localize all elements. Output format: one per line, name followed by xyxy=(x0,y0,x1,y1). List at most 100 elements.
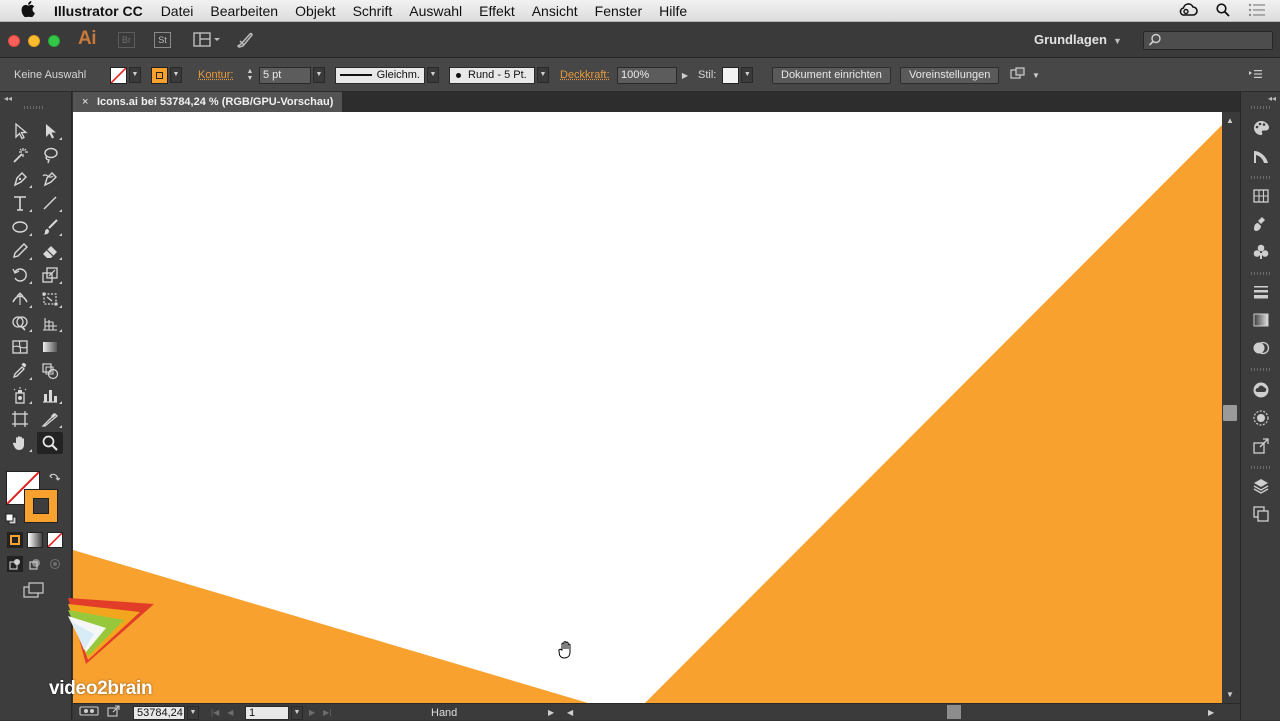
default-fill-stroke-icon[interactable] xyxy=(5,512,17,530)
stroke-label[interactable]: Kontur: xyxy=(198,69,233,81)
document-setup-button[interactable]: Dokument einrichten xyxy=(772,66,891,84)
artboard-number-field[interactable]: 1 xyxy=(245,705,289,720)
menu-effekt[interactable]: Effekt xyxy=(479,3,515,19)
zoom-window-button[interactable] xyxy=(48,35,60,47)
menu-fenster[interactable]: Fenster xyxy=(595,3,642,19)
notification-center-icon[interactable] xyxy=(1248,3,1266,20)
fill-dropdown[interactable]: ▼ xyxy=(129,67,141,83)
document-tab[interactable]: × Icons.ai bei 53784,24 % (RGB/GPU-Vorsc… xyxy=(73,92,343,112)
brush-definition[interactable]: Rund - 5 Pt. xyxy=(449,66,535,84)
menu-bearbeiten[interactable]: Bearbeiten xyxy=(210,3,278,19)
menu-objekt[interactable]: Objekt xyxy=(295,3,335,19)
paintbrush-tool-icon[interactable] xyxy=(37,216,63,238)
zoom-level-field[interactable]: 53784,24 xyxy=(133,705,185,720)
stock-icon[interactable]: St xyxy=(154,32,171,48)
width-tool-icon[interactable] xyxy=(7,288,33,310)
stroke-panel-icon[interactable] xyxy=(1251,282,1271,302)
expand-panels-icon[interactable]: ◂◂ xyxy=(1268,94,1276,103)
ellipse-tool-icon[interactable] xyxy=(7,216,33,238)
gpu-preview-icon[interactable] xyxy=(79,705,99,720)
brushes-panel-icon[interactable] xyxy=(1251,214,1271,234)
spotlight-search-icon[interactable] xyxy=(1216,2,1230,20)
bridge-icon[interactable]: Br xyxy=(118,32,135,48)
minimize-window-button[interactable] xyxy=(28,35,40,47)
draw-inside-button[interactable] xyxy=(47,556,63,572)
artboards-panel-icon[interactable] xyxy=(1251,504,1271,524)
tools-panel-grip[interactable] xyxy=(24,106,44,109)
control-panel-menu-icon[interactable] xyxy=(1248,69,1262,82)
pen-tool-icon[interactable] xyxy=(7,168,33,190)
status-menu-arrow-icon[interactable]: ▶ xyxy=(548,704,554,721)
selection-tool-icon[interactable] xyxy=(7,120,33,142)
fill-swatch[interactable] xyxy=(110,66,127,84)
close-window-button[interactable] xyxy=(8,35,20,47)
gradient-mode-button[interactable] xyxy=(27,532,43,548)
blend-tool-icon[interactable] xyxy=(37,360,63,382)
draw-behind-button[interactable] xyxy=(27,556,43,572)
transparency-panel-icon[interactable] xyxy=(1251,338,1271,358)
artboard-canvas[interactable] xyxy=(73,112,1222,703)
layers-panel-icon[interactable] xyxy=(1251,476,1271,496)
free-transform-tool-icon[interactable] xyxy=(37,288,63,310)
last-artboard-icon[interactable]: ▶| xyxy=(323,708,331,717)
next-artboard-icon[interactable]: ▶ xyxy=(309,708,315,717)
stroke-weight-dropdown[interactable]: ▼ xyxy=(313,67,325,83)
type-tool-icon[interactable] xyxy=(7,192,33,214)
opacity-field[interactable]: 100% xyxy=(617,66,677,84)
graphic-style-dropdown[interactable]: ▼ xyxy=(741,67,754,83)
first-artboard-icon[interactable]: |◀ xyxy=(211,708,219,717)
menu-schrift[interactable]: Schrift xyxy=(353,3,393,19)
asset-export-panel-icon[interactable] xyxy=(1251,436,1271,456)
stroke-weight-stepper[interactable]: ▲ ▼ xyxy=(243,67,257,84)
arrange-documents-icon[interactable] xyxy=(193,31,223,54)
export-icon[interactable] xyxy=(107,705,121,720)
arrange-dropdown-icon[interactable]: ▼ xyxy=(1032,71,1040,80)
color-guide-panel-icon[interactable] xyxy=(1251,146,1271,166)
stroke-color-box[interactable] xyxy=(24,489,58,523)
eraser-tool-icon[interactable] xyxy=(37,240,63,262)
magic-wand-tool-icon[interactable] xyxy=(7,144,33,166)
zoom-tool-icon[interactable] xyxy=(37,432,63,454)
perspective-grid-tool-icon[interactable] xyxy=(37,312,63,334)
swatches-panel-icon[interactable] xyxy=(1251,186,1271,206)
profile-dropdown[interactable]: ▼ xyxy=(427,67,439,83)
appearance-panel-icon[interactable] xyxy=(1251,408,1271,428)
lasso-tool-icon[interactable] xyxy=(37,144,63,166)
vertical-scroll-thumb[interactable] xyxy=(1223,405,1237,421)
zoom-level-dropdown[interactable]: ▼ xyxy=(187,705,199,720)
scale-tool-icon[interactable] xyxy=(37,264,63,286)
cc-libraries-panel-icon[interactable] xyxy=(1251,380,1271,400)
workspace-switcher[interactable]: Grundlagen ▼ xyxy=(1034,32,1122,47)
apple-menu-icon[interactable] xyxy=(18,0,38,21)
symbol-sprayer-tool-icon[interactable] xyxy=(7,384,33,406)
none-mode-button[interactable] xyxy=(47,532,63,548)
rotate-tool-icon[interactable] xyxy=(7,264,33,286)
gpu-performance-icon[interactable] xyxy=(235,30,255,55)
menu-auswahl[interactable]: Auswahl xyxy=(409,3,462,19)
symbols-panel-icon[interactable] xyxy=(1251,242,1271,262)
eyedropper-tool-icon[interactable] xyxy=(7,360,33,382)
collapse-tools-icon[interactable]: ◂◂ xyxy=(4,94,12,103)
opacity-slider-arrow-icon[interactable]: ▶ xyxy=(679,71,691,80)
stroke-weight-field[interactable]: 5 pt xyxy=(259,66,311,84)
arrange-icon[interactable] xyxy=(1010,66,1026,84)
slice-tool-icon[interactable] xyxy=(37,408,63,430)
mesh-tool-icon[interactable] xyxy=(7,336,33,358)
gradient-tool-icon[interactable] xyxy=(37,336,63,358)
variable-width-profile[interactable]: Gleichm. xyxy=(335,66,425,84)
gradient-panel-icon[interactable] xyxy=(1251,310,1271,330)
close-document-icon[interactable]: × xyxy=(82,92,88,112)
preferences-button[interactable]: Voreinstellungen xyxy=(900,66,1000,84)
scroll-up-arrow-icon[interactable]: ▲ xyxy=(1226,116,1234,125)
scroll-left-arrow-icon[interactable]: ◀ xyxy=(567,704,573,721)
menu-hilfe[interactable]: Hilfe xyxy=(659,3,687,19)
color-panel-icon[interactable] xyxy=(1251,118,1271,138)
scroll-down-arrow-icon[interactable]: ▼ xyxy=(1226,690,1234,699)
color-mode-button[interactable] xyxy=(7,532,23,548)
stroke-swatch[interactable] xyxy=(151,66,168,84)
line-segment-tool-icon[interactable] xyxy=(37,192,63,214)
opacity-label[interactable]: Deckkraft: xyxy=(560,69,610,81)
column-graph-tool-icon[interactable] xyxy=(37,384,63,406)
previous-artboard-icon[interactable]: ◀ xyxy=(227,708,233,717)
dock-grip[interactable] xyxy=(1251,106,1271,109)
